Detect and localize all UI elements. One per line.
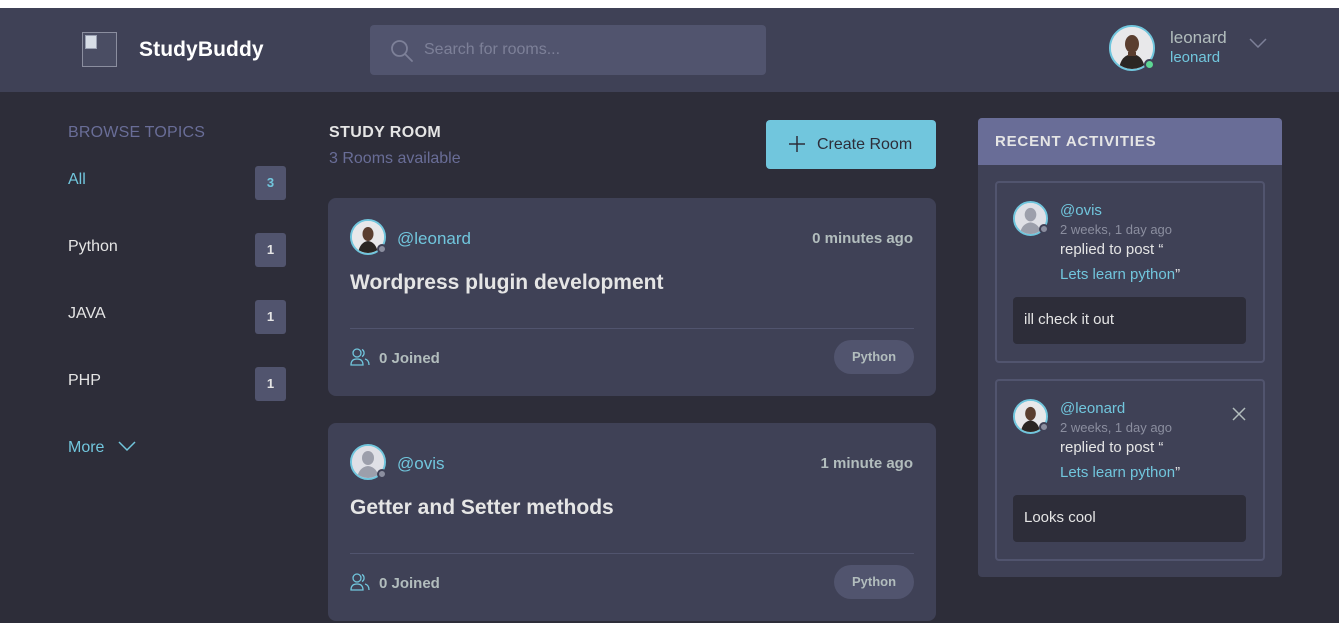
logo-image[interactable]	[82, 32, 117, 67]
room-time: 0 minutes ago	[812, 230, 913, 247]
host-avatar[interactable]	[350, 444, 387, 480]
close-icon[interactable]	[1232, 407, 1246, 421]
topic-tag[interactable]: Python	[834, 340, 914, 374]
users-icon	[350, 573, 370, 591]
room-host-link[interactable]: @ovis	[397, 454, 445, 474]
room-time: 1 minute ago	[820, 455, 913, 472]
brand-name[interactable]: StudyBuddy	[139, 38, 264, 62]
activity-post-wrap: Lets learn python”	[1060, 266, 1180, 283]
recent-activities-heading: RECENT ACTIVITIES	[978, 118, 1282, 165]
user-avatar[interactable]	[1109, 25, 1155, 71]
joined-count: 0 Joined	[379, 350, 440, 367]
activity-time: 2 weeks, 1 day ago	[1060, 222, 1173, 237]
topic-java-count: 1	[255, 300, 286, 334]
topic-tag[interactable]: Python	[834, 565, 914, 599]
room-title-link[interactable]: Wordpress plugin development	[350, 271, 663, 295]
online-status-dot	[1144, 59, 1155, 70]
more-topics-link[interactable]: More	[68, 439, 104, 457]
divider	[350, 328, 914, 329]
activity-item: @ovis 2 weeks, 1 day ago replied to post…	[995, 181, 1265, 363]
activity-message: ill check it out	[1013, 297, 1246, 344]
activity-quote-close: ”	[1175, 266, 1181, 283]
activity-post-link[interactable]: Lets learn python	[1060, 464, 1175, 481]
study-room-heading: STUDY ROOM	[329, 124, 442, 141]
users-icon	[350, 348, 370, 366]
topic-python-count: 1	[255, 233, 286, 267]
activity-action: replied to post “	[1060, 439, 1164, 456]
activity-avatar[interactable]	[1013, 201, 1049, 236]
topic-python[interactable]: Python	[68, 238, 118, 256]
host-avatar[interactable]	[350, 219, 387, 255]
user-name[interactable]: leonard	[1170, 28, 1227, 48]
chevron-down-icon[interactable]	[1249, 38, 1267, 48]
create-room-label: Create Room	[817, 136, 913, 153]
offline-status-dot	[377, 469, 387, 479]
offline-status-dot	[1039, 224, 1049, 234]
topic-php-count: 1	[255, 367, 286, 401]
search-input[interactable]	[424, 25, 744, 75]
create-room-button[interactable]: Create Room	[766, 120, 936, 169]
rooms-available-count: 3 Rooms available	[329, 150, 461, 167]
search-bar[interactable]	[370, 25, 766, 75]
topic-php[interactable]: PHP	[68, 372, 101, 390]
activity-post-wrap: Lets learn python”	[1060, 464, 1180, 481]
topic-java[interactable]: JAVA	[68, 305, 106, 323]
room-card[interactable]: @leonard 0 minutes ago Wordpress plugin …	[328, 198, 936, 396]
room-host-link[interactable]: @leonard	[397, 229, 471, 249]
activity-post-link[interactable]: Lets learn python	[1060, 266, 1175, 283]
activity-time: 2 weeks, 1 day ago	[1060, 420, 1173, 435]
activity-item: @leonard 2 weeks, 1 day ago replied to p…	[995, 379, 1265, 561]
plus-icon	[789, 136, 805, 152]
offline-status-dot	[377, 244, 387, 254]
browse-topics-heading: BROWSE TOPICS	[68, 124, 206, 141]
activity-user-link[interactable]: @ovis	[1060, 202, 1102, 219]
joined-count: 0 Joined	[379, 575, 440, 592]
top-strip	[0, 0, 1339, 8]
offline-status-dot	[1039, 422, 1049, 432]
activity-user-link[interactable]: @leonard	[1060, 400, 1125, 417]
topic-all[interactable]: All	[68, 171, 86, 189]
activity-avatar[interactable]	[1013, 399, 1049, 434]
room-card[interactable]: @ovis 1 minute ago Getter and Setter met…	[328, 423, 936, 621]
activity-action: replied to post “	[1060, 241, 1164, 258]
activity-message: Looks cool	[1013, 495, 1246, 542]
activity-quote-close: ”	[1175, 464, 1181, 481]
chevron-down-icon[interactable]	[118, 440, 136, 452]
divider	[350, 553, 914, 554]
room-title-link[interactable]: Getter and Setter methods	[350, 496, 614, 520]
user-handle[interactable]: leonard	[1170, 49, 1220, 66]
search-icon	[391, 40, 413, 62]
topic-all-count: 3	[255, 166, 286, 200]
recent-activities-panel: RECENT ACTIVITIES @ovis 2 weeks, 1 day a…	[978, 118, 1282, 577]
header: StudyBuddy leonard leonard	[0, 8, 1339, 92]
